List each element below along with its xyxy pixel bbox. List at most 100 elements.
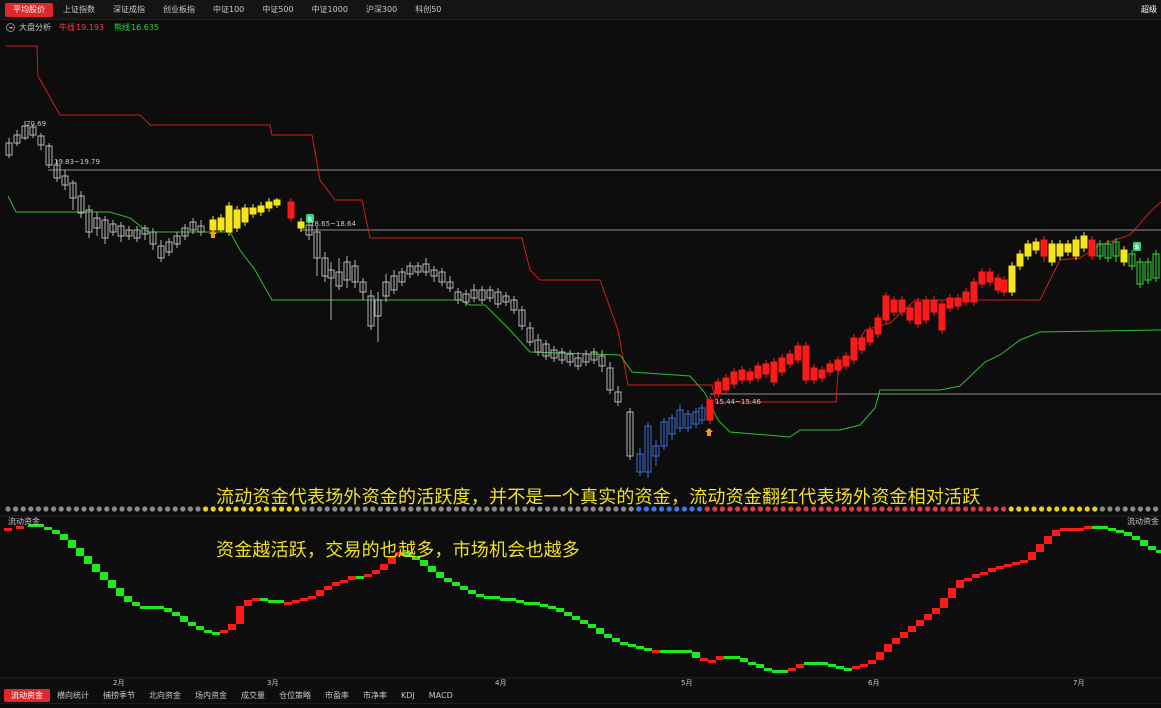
candle-body: [978, 271, 986, 285]
ticker-strip: [0, 703, 1161, 708]
status-dot: [1031, 506, 1037, 512]
indicator-tab-10[interactable]: MACD: [422, 689, 460, 702]
candle-body: [730, 371, 738, 385]
candle-body: [898, 299, 906, 313]
candle-body: [287, 201, 295, 219]
money-flow-bar: [820, 662, 828, 665]
candle-body: [946, 297, 954, 309]
money-flow-bar: [68, 540, 76, 548]
candle-body: [890, 299, 898, 313]
indicator-tab-0[interactable]: 流动资金: [4, 688, 50, 702]
month-label: 5月: [681, 679, 692, 687]
money-flow-bar: [796, 664, 804, 668]
indicator-tab-8[interactable]: 市净率: [356, 689, 394, 702]
status-dot: [993, 506, 999, 512]
candle-body: [1064, 243, 1072, 253]
status-dot: [1145, 506, 1151, 512]
status-dot: [1069, 506, 1075, 512]
indicator-tab-9[interactable]: KDJ: [394, 689, 422, 702]
status-dot: [1016, 506, 1022, 512]
indicator-tab-6[interactable]: 仓位策略: [272, 689, 318, 702]
money-flow-bar: [708, 660, 716, 663]
indicator-tab-7[interactable]: 市盈率: [318, 689, 356, 702]
money-flow-bar: [332, 582, 340, 586]
status-dot: [1115, 506, 1121, 512]
status-dot: [1046, 506, 1052, 512]
money-flow-bar: [588, 624, 596, 628]
indicator-tab-3[interactable]: 北向资金: [142, 689, 188, 702]
money-flow-bar: [500, 598, 508, 601]
money-flow-bar: [804, 662, 812, 665]
candle-body: [1088, 239, 1096, 257]
money-flow-bar: [996, 566, 1004, 569]
candle-body: [786, 353, 794, 365]
money-flow-bar: [980, 572, 988, 575]
candle-body: [962, 291, 970, 303]
candle-body: [826, 363, 834, 373]
money-flow-bar: [1036, 544, 1044, 552]
money-flow-bar: [524, 602, 532, 605]
status-dot: [43, 506, 49, 512]
candle-body: [762, 363, 770, 375]
money-flow-bar: [468, 590, 476, 594]
candle-body: [994, 277, 1002, 291]
money-flow-bar: [380, 564, 388, 570]
candle-body: [930, 299, 938, 313]
trend-lines: [6, 45, 1161, 438]
money-flow-bar: [436, 572, 444, 578]
bear-line: [7, 195, 1161, 438]
money-flow-bar: [188, 622, 196, 626]
candle-body: [209, 219, 217, 231]
status-dot: [111, 506, 117, 512]
candle-body: [297, 221, 305, 229]
money-flow-series: [4, 524, 1161, 673]
candle-body: [1048, 243, 1056, 263]
money-flow-bar: [812, 662, 820, 665]
money-flow-bar: [228, 624, 236, 630]
indicator-tab-2[interactable]: 捕捞季节: [96, 689, 142, 702]
candle-body: [249, 207, 257, 215]
time-axis: 2月 3月 4月 5月 6月 7月: [0, 677, 1161, 687]
candle-body: [722, 377, 730, 391]
status-dot: [58, 506, 64, 512]
indicator-tab-5[interactable]: 成交量: [234, 689, 272, 702]
money-flow-bar: [972, 574, 980, 578]
status-dot: [1008, 506, 1014, 512]
candle-body: [858, 337, 866, 351]
money-flow-bar: [620, 642, 628, 645]
money-flow-bar: [572, 616, 580, 620]
status-dot: [1039, 506, 1045, 512]
candle-body: [241, 207, 249, 223]
money-flow-bar: [356, 576, 364, 579]
status-dot: [5, 506, 11, 512]
up-arrow-icon: [209, 230, 217, 238]
status-dot: [134, 506, 140, 512]
candle-body: [770, 361, 778, 383]
status-dot: [187, 506, 193, 512]
money-flow-bar: [684, 650, 692, 653]
status-dot: [1077, 506, 1083, 512]
indicator-tab-1[interactable]: 横向统计: [50, 689, 96, 702]
money-flow-bar: [676, 650, 684, 653]
money-flow-bar: [1092, 526, 1100, 529]
money-flow-bar: [548, 606, 556, 609]
status-dot: [1122, 506, 1128, 512]
money-flow-bar: [116, 588, 124, 596]
money-flow-bar: [180, 616, 188, 622]
money-flow-bar: [596, 628, 604, 634]
status-dot: [1099, 506, 1105, 512]
status-dot: [127, 506, 133, 512]
lower-panel-title-right: 流动资金: [1127, 517, 1159, 526]
price-chart-canvas[interactable]: $$ 2月 3月 4月 5月 6月 7月 20.69 19.83~19.79 18.65~…: [0, 0, 1161, 708]
candle-body: [257, 205, 265, 213]
money-flow-bar: [860, 664, 868, 667]
candle-body: [1016, 253, 1024, 267]
money-flow-bar: [156, 606, 164, 609]
status-dot: [96, 506, 102, 512]
money-flow-bar: [148, 606, 156, 609]
money-flow-bar: [916, 620, 924, 626]
money-flow-bar: [260, 598, 268, 601]
money-flow-bar: [236, 606, 244, 624]
status-dot: [1084, 506, 1090, 512]
indicator-tab-4[interactable]: 场内资金: [188, 689, 234, 702]
